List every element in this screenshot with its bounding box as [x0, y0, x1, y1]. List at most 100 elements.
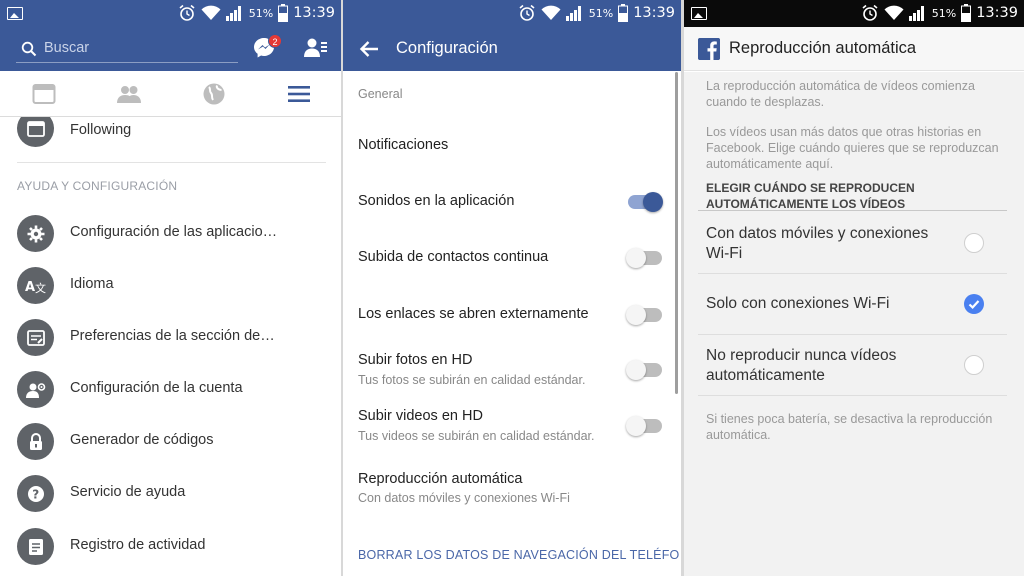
menu-item-code-generator[interactable]: Generador de códigos [0, 416, 341, 468]
battery-percent: 51% [248, 6, 274, 20]
toggle-knob [643, 192, 663, 212]
setting-links-open-externally[interactable]: Los enlaces se abren externamente [343, 299, 681, 329]
contact-upload-toggle[interactable] [626, 248, 662, 268]
setting-title: Subir fotos en HD [358, 352, 473, 368]
battery-icon [278, 4, 289, 22]
setting-autoplay[interactable]: Reproducción automática Con datos móvile… [343, 471, 681, 511]
setting-subtitle: Tus fotos se subirán en calidad estándar… [358, 373, 586, 387]
option-divider [698, 273, 1007, 274]
toggle-knob [626, 248, 646, 268]
option-mobile-and-wifi-radio[interactable] [964, 233, 984, 253]
page-title: Reproducción automática [729, 39, 917, 57]
section-header-general: General [358, 87, 403, 101]
option-divider [698, 395, 1007, 396]
app-bar: Configuración [343, 27, 681, 71]
menu-item-label: Preferencias de la sección de… [70, 328, 275, 344]
friends-tab-icon[interactable] [117, 82, 141, 106]
menu-tab-icon[interactable] [287, 82, 311, 106]
menu-item-help[interactable]: ? Servicio de ayuda [0, 468, 341, 520]
menu-item-label: Generador de códigos [70, 432, 214, 448]
menu-item-label: Idioma [70, 276, 114, 292]
setting-in-app-sounds[interactable]: Sonidos en la aplicación [343, 186, 681, 216]
wifi-icon [201, 5, 221, 20]
toggle-knob [626, 305, 646, 325]
videos-hd-toggle[interactable] [626, 416, 662, 436]
scrollbar[interactable] [675, 72, 678, 394]
toggle-knob [626, 360, 646, 380]
option-divider [698, 334, 1007, 335]
setting-continuous-contact-upload[interactable]: Subida de contactos continua [343, 242, 681, 272]
setting-title: Notificaciones [358, 137, 449, 153]
news-feed-tab-icon[interactable] [32, 82, 56, 106]
alarm-icon [519, 4, 535, 21]
setting-upload-photos-hd[interactable]: Subir fotos en HD Tus fotos se subirán e… [343, 352, 681, 392]
menu-item-label: Configuración de la cuenta [70, 380, 243, 396]
svg-text:文: 文 [35, 281, 46, 295]
option-wifi-only-label[interactable]: Solo con conexiones Wi-Fi [706, 294, 946, 314]
settings-panel: 51% 13:39 Configuración General Notifica… [343, 0, 681, 576]
top-bar: Buscar 2 [0, 27, 341, 71]
setting-upload-videos-hd[interactable]: Subir videos en HD Tus videos se subirán… [343, 408, 681, 448]
battery-percent: 51% [588, 6, 614, 20]
battery-icon [961, 4, 972, 22]
option-never-radio[interactable] [964, 355, 984, 375]
photos-hd-toggle[interactable] [626, 360, 662, 380]
in-app-sounds-toggle[interactable] [628, 192, 663, 212]
status-bar: 51% 13:39 [0, 0, 341, 27]
back-arrow-icon[interactable] [358, 38, 380, 60]
menu-item-news-feed-prefs[interactable]: Preferencias de la sección de… [0, 312, 341, 364]
signal-icon [565, 6, 581, 21]
status-bar: 51% 13:39 [343, 0, 681, 27]
battery-percent: 51% [931, 6, 957, 20]
gallery-notification-icon [691, 7, 707, 20]
clock: 13:39 [633, 5, 675, 21]
activity-log-icon [17, 528, 54, 565]
nav-tabs-cover [0, 71, 341, 117]
gear-icon [17, 215, 54, 252]
clock: 13:39 [976, 5, 1018, 21]
notifications-globe-tab-icon[interactable] [202, 82, 226, 106]
data-usage-description: Los vídeos usan más datos que otras hist… [706, 125, 999, 171]
help-icon: ? [17, 475, 54, 512]
clock: 13:39 [293, 5, 335, 21]
search-icon[interactable] [21, 41, 37, 57]
low-battery-note: Si tienes poca batería, se desactiva la … [706, 412, 993, 442]
links-external-toggle[interactable] [626, 305, 662, 325]
search-input[interactable]: Buscar [44, 40, 89, 56]
option-wifi-only-radio[interactable] [964, 294, 984, 314]
menu-item-account-settings[interactable]: Configuración de la cuenta [0, 364, 341, 416]
lock-icon [17, 423, 54, 460]
section-divider [17, 162, 326, 163]
svg-text:A: A [25, 280, 35, 295]
alarm-icon [179, 4, 195, 21]
setting-notifications[interactable]: Notificaciones [343, 130, 681, 160]
setting-title: Sonidos en la aplicación [358, 193, 515, 209]
facebook-logo-icon[interactable] [698, 38, 720, 60]
translate-icon: A文 [17, 267, 54, 304]
option-mobile-and-wifi-label[interactable]: Con datos móviles y conexiones Wi-Fi [706, 224, 946, 264]
wifi-icon [884, 5, 904, 20]
menu-item-language[interactable]: A文 Idioma [0, 260, 341, 312]
setting-title: Subida de contactos continua [358, 249, 549, 265]
menu-item-label: Servicio de ayuda [70, 484, 186, 500]
menu-item-activity-log[interactable]: Registro de actividad [0, 521, 341, 573]
battery-icon [618, 4, 629, 22]
clear-browsing-data-link[interactable]: BORRAR LOS DATOS DE NAVEGACIÓN DEL TELÉF… [358, 548, 679, 562]
options-heading: ELEGIR CUÁNDO SE REPRODUCEN AUTOMÁTICAME… [706, 181, 915, 211]
heading-divider [698, 210, 1007, 211]
setting-subtitle: Con datos móviles y conexiones Wi-Fi [358, 491, 570, 505]
setting-title: Reproducción automática [358, 471, 523, 487]
menu-item-app-settings[interactable]: Configuración de las aplicacio… [0, 208, 341, 260]
account-settings-icon [17, 371, 54, 408]
friend-requests-icon[interactable] [304, 37, 328, 59]
menu-item-label: Registro de actividad [70, 537, 206, 553]
wifi-icon [541, 5, 561, 20]
toggle-knob [626, 416, 646, 436]
news-feed-prefs-icon [17, 319, 54, 356]
search-underline [16, 62, 238, 63]
autoplay-description: La reproducción automática de vídeos com… [706, 79, 975, 109]
page-title: Configuración [396, 39, 498, 57]
setting-title: Subir videos en HD [358, 408, 483, 424]
messenger-badge: 2 [268, 34, 282, 48]
option-never-label[interactable]: No reproducir nunca vídeos automáticamen… [706, 346, 946, 386]
